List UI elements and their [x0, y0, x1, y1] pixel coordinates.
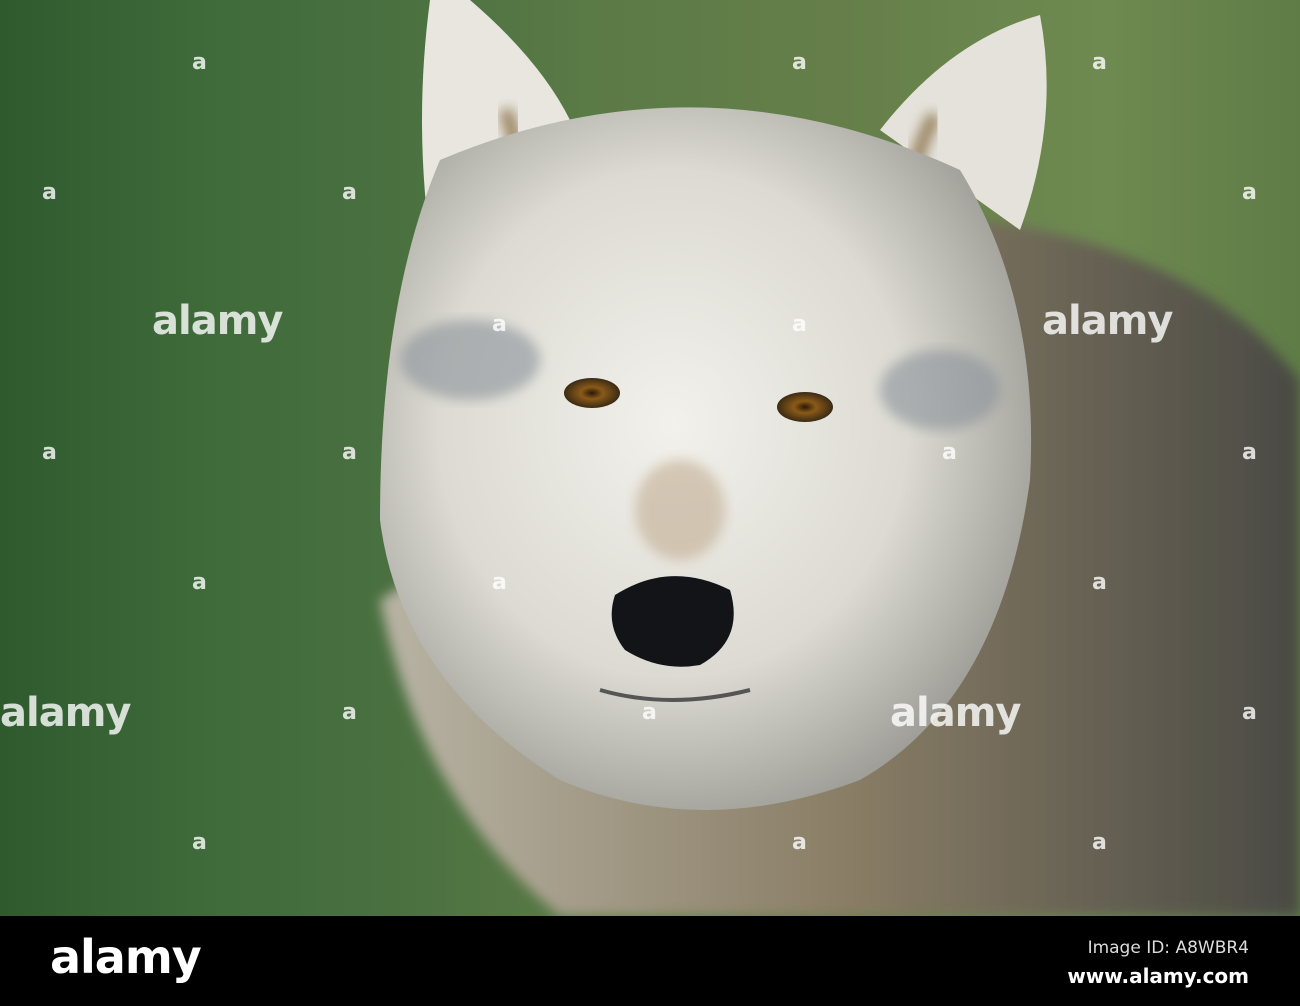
- watermark-mark: a: [342, 440, 357, 465]
- wolf-right-eye: [777, 392, 833, 422]
- wolf-photo: alamy alamy alamy alamy a a a a a a a a …: [0, 0, 1300, 916]
- watermark-mark: a: [42, 440, 57, 465]
- watermark-mark: a: [1092, 570, 1107, 595]
- watermark-mark: a: [792, 50, 807, 75]
- watermark-mark: a: [1242, 180, 1257, 205]
- watermark-mark: a: [1242, 700, 1257, 725]
- watermark-mark: a: [1092, 50, 1107, 75]
- watermark-mark: a: [792, 830, 807, 855]
- footer-bar: alamy Image ID: A8WBR4 www.alamy.com: [0, 916, 1300, 1006]
- watermark-alamy: alamy: [152, 298, 283, 344]
- watermark-mark: a: [1092, 830, 1107, 855]
- watermark-mark: a: [42, 180, 57, 205]
- watermark-mark: a: [792, 312, 807, 337]
- watermark-alamy: alamy: [1042, 298, 1173, 344]
- watermark-alamy: alamy: [890, 690, 1021, 736]
- watermark-mark: a: [642, 700, 657, 725]
- watermark-mark: a: [492, 312, 507, 337]
- watermark-mark: a: [492, 570, 507, 595]
- watermark-mark: a: [1242, 440, 1257, 465]
- watermark-mark: a: [192, 570, 207, 595]
- alamy-logo: alamy: [50, 930, 202, 984]
- wolf-left-eye: [564, 378, 620, 408]
- watermark-alamy: alamy: [0, 690, 131, 736]
- watermark-mark: a: [342, 700, 357, 725]
- watermark-mark: a: [342, 180, 357, 205]
- watermark-mark: a: [192, 830, 207, 855]
- image-id: Image ID: A8WBR4: [1087, 938, 1249, 958]
- watermark-mark: a: [942, 440, 957, 465]
- wolf-illustration: [380, 0, 1300, 916]
- watermark-mark: a: [192, 50, 207, 75]
- website-link[interactable]: www.alamy.com: [1067, 964, 1249, 988]
